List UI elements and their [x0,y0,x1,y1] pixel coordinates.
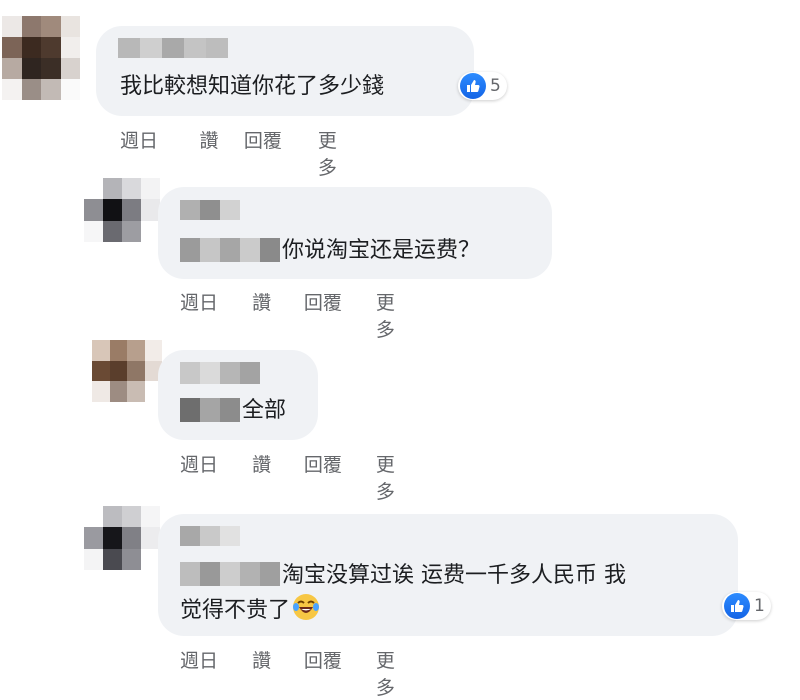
comment-actions: 週日 讚 回覆 更多 [120,126,353,180]
more-button[interactable]: 更多 [318,126,353,180]
like-button[interactable]: 讚 [252,450,304,504]
timestamp-link[interactable]: 週日 [120,126,200,180]
reply-button[interactable]: 回覆 [244,126,318,180]
commenter-name[interactable] [180,362,260,384]
timestamp-link[interactable]: 週日 [180,288,252,342]
thumbs-up-icon [724,593,750,619]
commenter-name[interactable] [118,38,228,58]
tears-of-joy-emoji [292,593,320,630]
reply-button[interactable]: 回覆 [304,646,376,700]
comment-actions: 週日 讚 回覆 更多 [180,450,411,504]
avatar[interactable] [84,506,160,570]
comment-text: 我比較想知道你花了多少錢 [120,74,385,99]
comment-text-line-2: 觉得不贵了 [180,593,320,630]
like-button[interactable]: 讚 [200,126,244,180]
commenter-name-pixel-row [180,398,240,422]
timestamp-link[interactable]: 週日 [180,646,252,700]
commenter-name-pixel-row [180,562,280,586]
reply-button[interactable]: 回覆 [304,450,376,504]
avatar[interactable] [2,16,80,100]
reaction-count: 1 [754,596,765,616]
comment-text-fragment: 觉得不贵了 [180,598,291,623]
comment-text-line-1: 淘宝没算过诶 运费一千多人民币 我 [282,563,626,588]
commenter-name-pixel-row [180,238,280,262]
timestamp-link[interactable]: 週日 [180,450,252,504]
thumbs-up-icon [460,73,486,99]
more-button[interactable]: 更多 [376,646,411,700]
comment-actions: 週日 讚 回覆 更多 [180,288,411,342]
avatar[interactable] [84,178,160,242]
commenter-name[interactable] [180,200,240,220]
reaction-summary[interactable]: 1 [722,592,771,620]
avatar[interactable] [92,340,162,402]
commenter-name[interactable] [180,526,240,546]
like-button[interactable]: 讚 [252,646,304,700]
comment-text: 全部 [242,398,287,423]
reaction-summary[interactable]: 5 [458,72,507,100]
more-button[interactable]: 更多 [376,288,411,342]
reply-button[interactable]: 回覆 [304,288,376,342]
more-button[interactable]: 更多 [376,450,411,504]
reaction-count: 5 [490,76,501,96]
like-button[interactable]: 讚 [252,288,304,342]
comment-text: 你说淘宝还是运费？ [282,238,481,263]
comment-actions: 週日 讚 回覆 更多 [180,646,411,700]
